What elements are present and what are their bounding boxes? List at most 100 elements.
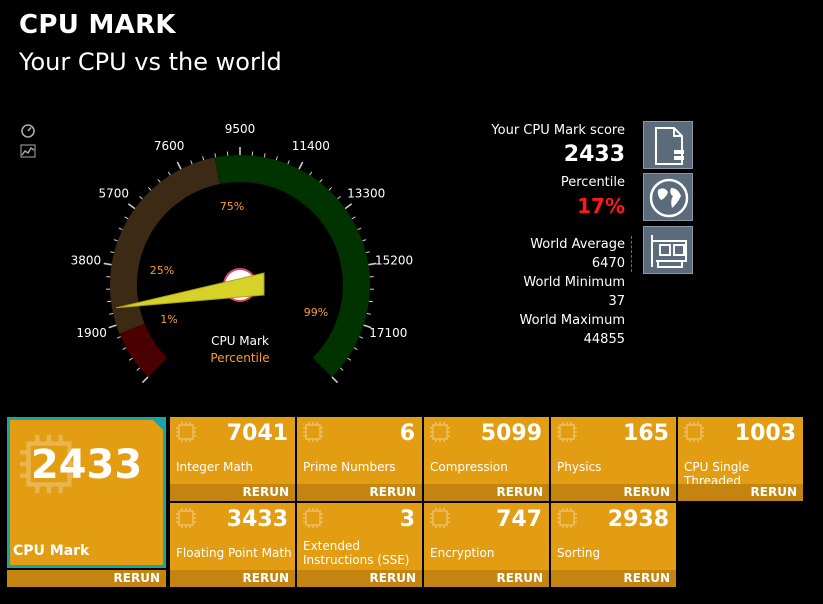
rerun-button[interactable]: RERUN — [170, 570, 295, 587]
test-score: 1003 — [734, 421, 796, 446]
gauge-minor-tick — [147, 186, 152, 191]
test-label: Prime Numbers — [303, 460, 396, 474]
selected-corner — [150, 417, 166, 433]
gauge-minor-tick — [116, 336, 121, 339]
gauge-minor-tick — [263, 153, 266, 158]
gauge-minor-tick — [202, 156, 205, 161]
gauge-tick-label: 5700 — [99, 186, 130, 200]
report-icon[interactable] — [643, 121, 693, 169]
world-minimum-label: World Minimum — [523, 275, 625, 290]
physics-tile[interactable]: 165 Physics RERUN — [551, 417, 676, 501]
gauge-major-tick — [344, 203, 353, 210]
gauge-tick-label: 13300 — [347, 186, 385, 200]
gauge-band-low — [119, 323, 168, 377]
rerun-button[interactable]: RERUN — [424, 484, 549, 501]
gauge-minor-tick — [106, 300, 112, 303]
cpu-mark-tile[interactable]: 2433 CPU Mark — [7, 417, 166, 568]
cpu-mark-value: 2433 — [30, 442, 143, 488]
gauge-major-tick — [103, 262, 112, 266]
gauge-minor-tick — [357, 227, 362, 231]
compression-tile[interactable]: 5099 Compression RERUN — [424, 417, 549, 501]
rerun-button[interactable]: RERUN — [678, 484, 803, 501]
chip-icon — [303, 508, 323, 528]
globe-icon[interactable] — [643, 173, 693, 221]
chip-icon — [176, 508, 196, 528]
gauge-major-tick — [127, 203, 136, 210]
gauge-minor-tick — [353, 347, 358, 350]
rerun-button[interactable]: RERUN — [424, 570, 549, 587]
world-maximum-label: World Maximum — [519, 313, 625, 328]
hardware-icon[interactable] — [643, 226, 693, 274]
test-score: 5099 — [480, 421, 542, 446]
world-average-value: 6470 — [591, 256, 625, 271]
gauge-tick-label: 1900 — [76, 326, 107, 340]
gauge-minor-tick — [319, 178, 323, 183]
test-label: Integer Math — [176, 460, 253, 474]
encryption-tile[interactable]: 747 Encryption RERUN — [424, 503, 549, 587]
chip-icon — [176, 422, 196, 442]
rerun-button[interactable]: RERUN — [297, 570, 422, 587]
page-title: CPU MARK — [19, 10, 176, 40]
gauge-minor-tick — [139, 196, 143, 200]
gauge-tick-label: 3800 — [71, 254, 102, 268]
cpu-single-threaded-tile[interactable]: 1003 CPU Single Threaded RERUN — [678, 417, 803, 501]
chip-icon — [430, 422, 450, 442]
world-average-label: World Average — [530, 237, 625, 252]
gauge-minor-tick — [275, 156, 278, 161]
gauge-tick-label: 19000 — [331, 388, 369, 390]
chip-icon — [557, 508, 577, 528]
test-label: Sorting — [557, 546, 601, 560]
gauge-minor-tick — [136, 367, 141, 371]
cpu-mark-label: CPU Mark — [13, 543, 90, 559]
rerun-button[interactable]: RERUN — [297, 484, 422, 501]
gauge-caption-mark: CPU Mark — [211, 334, 269, 348]
gauge-minor-tick — [122, 347, 127, 350]
rerun-button[interactable]: RERUN — [551, 570, 676, 587]
gauge-tick-label: 15200 — [375, 254, 413, 268]
gauge-caption-percentile: Percentile — [210, 351, 269, 365]
rerun-button[interactable]: RERUN — [170, 484, 295, 501]
gauge-minor-tick — [118, 227, 123, 231]
gauge-minor-tick — [365, 251, 370, 254]
gauge-minor-tick — [214, 153, 217, 158]
gauge-minor-tick — [362, 239, 367, 242]
test-score: 165 — [623, 421, 669, 446]
gauge-minor-tick — [366, 312, 371, 315]
sorting-tile[interactable]: 2938 Sorting RERUN — [551, 503, 676, 587]
chip-icon — [430, 508, 450, 528]
gauge-minor-tick — [328, 186, 333, 191]
cpu-mark-rerun-button[interactable]: RERUN — [7, 570, 166, 587]
test-label: Physics — [557, 460, 602, 474]
floating-point-math-tile[interactable]: 3433 Floating Point Math RERUN — [170, 503, 295, 587]
test-score: 6 — [399, 421, 415, 446]
test-score: 3 — [399, 507, 415, 532]
gauge-minor-tick — [167, 171, 171, 176]
gauge-minor-tick — [124, 216, 129, 220]
gauge-tick-label: 7600 — [154, 139, 185, 153]
gauge-needle — [115, 272, 265, 309]
chip-icon — [557, 422, 577, 442]
test-score: 2938 — [607, 507, 669, 532]
gauge-minor-tick — [309, 171, 313, 176]
integer-math-tile[interactable]: 7041 Integer Math RERUN — [170, 417, 295, 501]
chip-icon — [684, 422, 704, 442]
world-maximum-value: 44855 — [583, 332, 625, 347]
gauge-minor-tick — [351, 216, 356, 220]
extended-instructions-tile[interactable]: 3 Extended Instructions (SSE) RERUN — [297, 503, 422, 587]
gauge-minor-tick — [287, 160, 290, 165]
page-subtitle: Your CPU vs the world — [19, 48, 282, 76]
gauge-mark-75: 75% — [220, 200, 244, 213]
percentile-value: 17% — [577, 194, 625, 218]
gauge-minor-tick — [347, 357, 352, 361]
test-score: 7041 — [226, 421, 288, 446]
rerun-button[interactable]: RERUN — [551, 484, 676, 501]
gauge-minor-tick — [157, 178, 161, 183]
gauge-minor-tick — [337, 196, 341, 200]
gauge-minor-tick — [109, 312, 114, 315]
gauge-mark-1: 1% — [160, 313, 177, 326]
test-score: 747 — [496, 507, 542, 532]
prime-numbers-tile[interactable]: 6 Prime Numbers RERUN — [297, 417, 422, 501]
average-marker — [631, 236, 632, 272]
gauge-mark-99: 99% — [304, 306, 328, 319]
gauge-minor-tick — [339, 367, 344, 371]
